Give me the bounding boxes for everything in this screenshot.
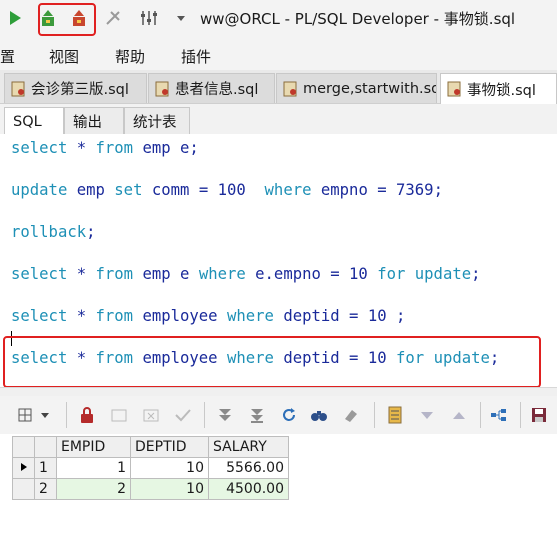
doc-tab-label: 会诊第三版.sql: [31, 82, 129, 98]
insert-record-icon[interactable]: [108, 404, 130, 426]
tab-statistics[interactable]: 统计表: [124, 107, 190, 134]
menu-item-help[interactable]: 帮助: [115, 46, 145, 67]
row-pointer-icon: [20, 463, 27, 471]
row-number: 1: [34, 457, 57, 479]
column-header[interactable]: DEPTID: [130, 436, 209, 458]
doc-tab[interactable]: 患者信息.sql: [148, 73, 275, 103]
query-plan-icon[interactable]: [488, 404, 510, 426]
grid-header-row: EMPID DEPTID SALARY: [12, 436, 289, 458]
row-number: 2: [34, 478, 57, 500]
toolbar-separator: [204, 402, 205, 428]
sort-descending-icon[interactable]: [416, 404, 438, 426]
title-bar: ww@ORCL - PL/SQL Developer - 事物锁.sql: [0, 0, 557, 38]
chevron-down-icon[interactable]: [38, 404, 52, 426]
cell-empid[interactable]: 1: [56, 457, 131, 479]
doc-tab-active[interactable]: 事物锁.sql: [440, 73, 557, 104]
menu-item-view[interactable]: 视图: [49, 46, 79, 67]
code-line[interactable]: select * from employee where deptid = 10…: [11, 307, 405, 325]
tab-sql[interactable]: SQL: [4, 107, 64, 135]
grid-row-number-header: [34, 436, 57, 458]
doc-tab-label: 患者信息.sql: [175, 82, 259, 98]
sql-file-icon: [447, 81, 461, 97]
sort-ascending-icon[interactable]: [448, 404, 470, 426]
toolbar-separator: [480, 402, 481, 428]
cell-empid[interactable]: 2: [56, 478, 131, 500]
cell-salary[interactable]: 5566.00: [208, 457, 289, 479]
current-row-indicator: [12, 457, 35, 479]
window-title: ww@ORCL - PL/SQL Developer - 事物锁.sql: [200, 10, 516, 28]
code-line[interactable]: update emp set comm = 100 where empno = …: [11, 181, 443, 199]
delete-record-icon[interactable]: [140, 404, 162, 426]
commit-rollback-highlight: [38, 3, 96, 36]
find-icon[interactable]: [308, 404, 330, 426]
doc-tab[interactable]: merge,startwith.sql: [276, 73, 437, 103]
lock-icon[interactable]: [76, 404, 98, 426]
code-line[interactable]: select * from emp e where e.empno = 10 f…: [11, 265, 481, 283]
document-tabs: 会诊第三版.sql 患者信息.sql merge,startwith.sql 事…: [0, 70, 557, 104]
column-header[interactable]: EMPID: [56, 436, 131, 458]
menu-item-settings[interactable]: 置: [0, 46, 15, 67]
menu-bar: 置 视图 帮助 插件: [0, 38, 557, 70]
fetch-next-icon[interactable]: [214, 404, 236, 426]
settings-sliders-icon[interactable]: [140, 8, 158, 28]
toolbar-separator: [374, 402, 375, 428]
sql-tabs: SQL 输出 统计表: [0, 104, 557, 135]
fetch-last-icon[interactable]: [246, 404, 268, 426]
column-header[interactable]: SALARY: [208, 436, 289, 458]
clear-icon[interactable]: [340, 404, 362, 426]
sql-file-icon: [155, 81, 169, 96]
chevron-down-icon[interactable]: [172, 8, 190, 28]
row-indicator: [12, 478, 35, 500]
table-row[interactable]: 1 1 10 5566.00: [12, 457, 289, 479]
code-line[interactable]: select * from emp e;: [11, 139, 199, 157]
tab-output[interactable]: 输出: [64, 107, 124, 134]
execute-icon[interactable]: [6, 8, 24, 28]
cell-deptid[interactable]: 10: [130, 478, 209, 500]
break-icon[interactable]: [104, 8, 122, 28]
sql-file-icon: [11, 81, 25, 96]
cell-deptid[interactable]: 10: [130, 457, 209, 479]
result-toolbar: [0, 396, 557, 434]
doc-tab[interactable]: 会诊第三版.sql: [4, 73, 147, 103]
post-changes-icon[interactable]: [172, 404, 194, 426]
table-row[interactable]: 2 2 10 4500.00: [12, 478, 289, 500]
toolbar-separator: [66, 402, 67, 428]
toolbar-separator: [520, 402, 521, 428]
menu-item-plugins[interactable]: 插件: [181, 46, 211, 67]
doc-tab-label: 事物锁.sql: [467, 82, 536, 99]
for-update-highlight: [3, 336, 541, 388]
cell-salary[interactable]: 4500.00: [208, 478, 289, 500]
refresh-icon[interactable]: [278, 404, 300, 426]
grid-options-icon[interactable]: [14, 404, 36, 426]
result-grid[interactable]: EMPID DEPTID SALARY 1 1 10 5566.00 2 2 1…: [12, 436, 289, 500]
doc-tab-label: merge,startwith.sql: [303, 80, 437, 97]
save-icon[interactable]: [528, 404, 550, 426]
sql-file-icon: [283, 81, 297, 96]
single-record-view-icon[interactable]: [384, 404, 406, 426]
code-line[interactable]: rollback;: [11, 223, 96, 241]
grid-corner[interactable]: [12, 436, 35, 458]
